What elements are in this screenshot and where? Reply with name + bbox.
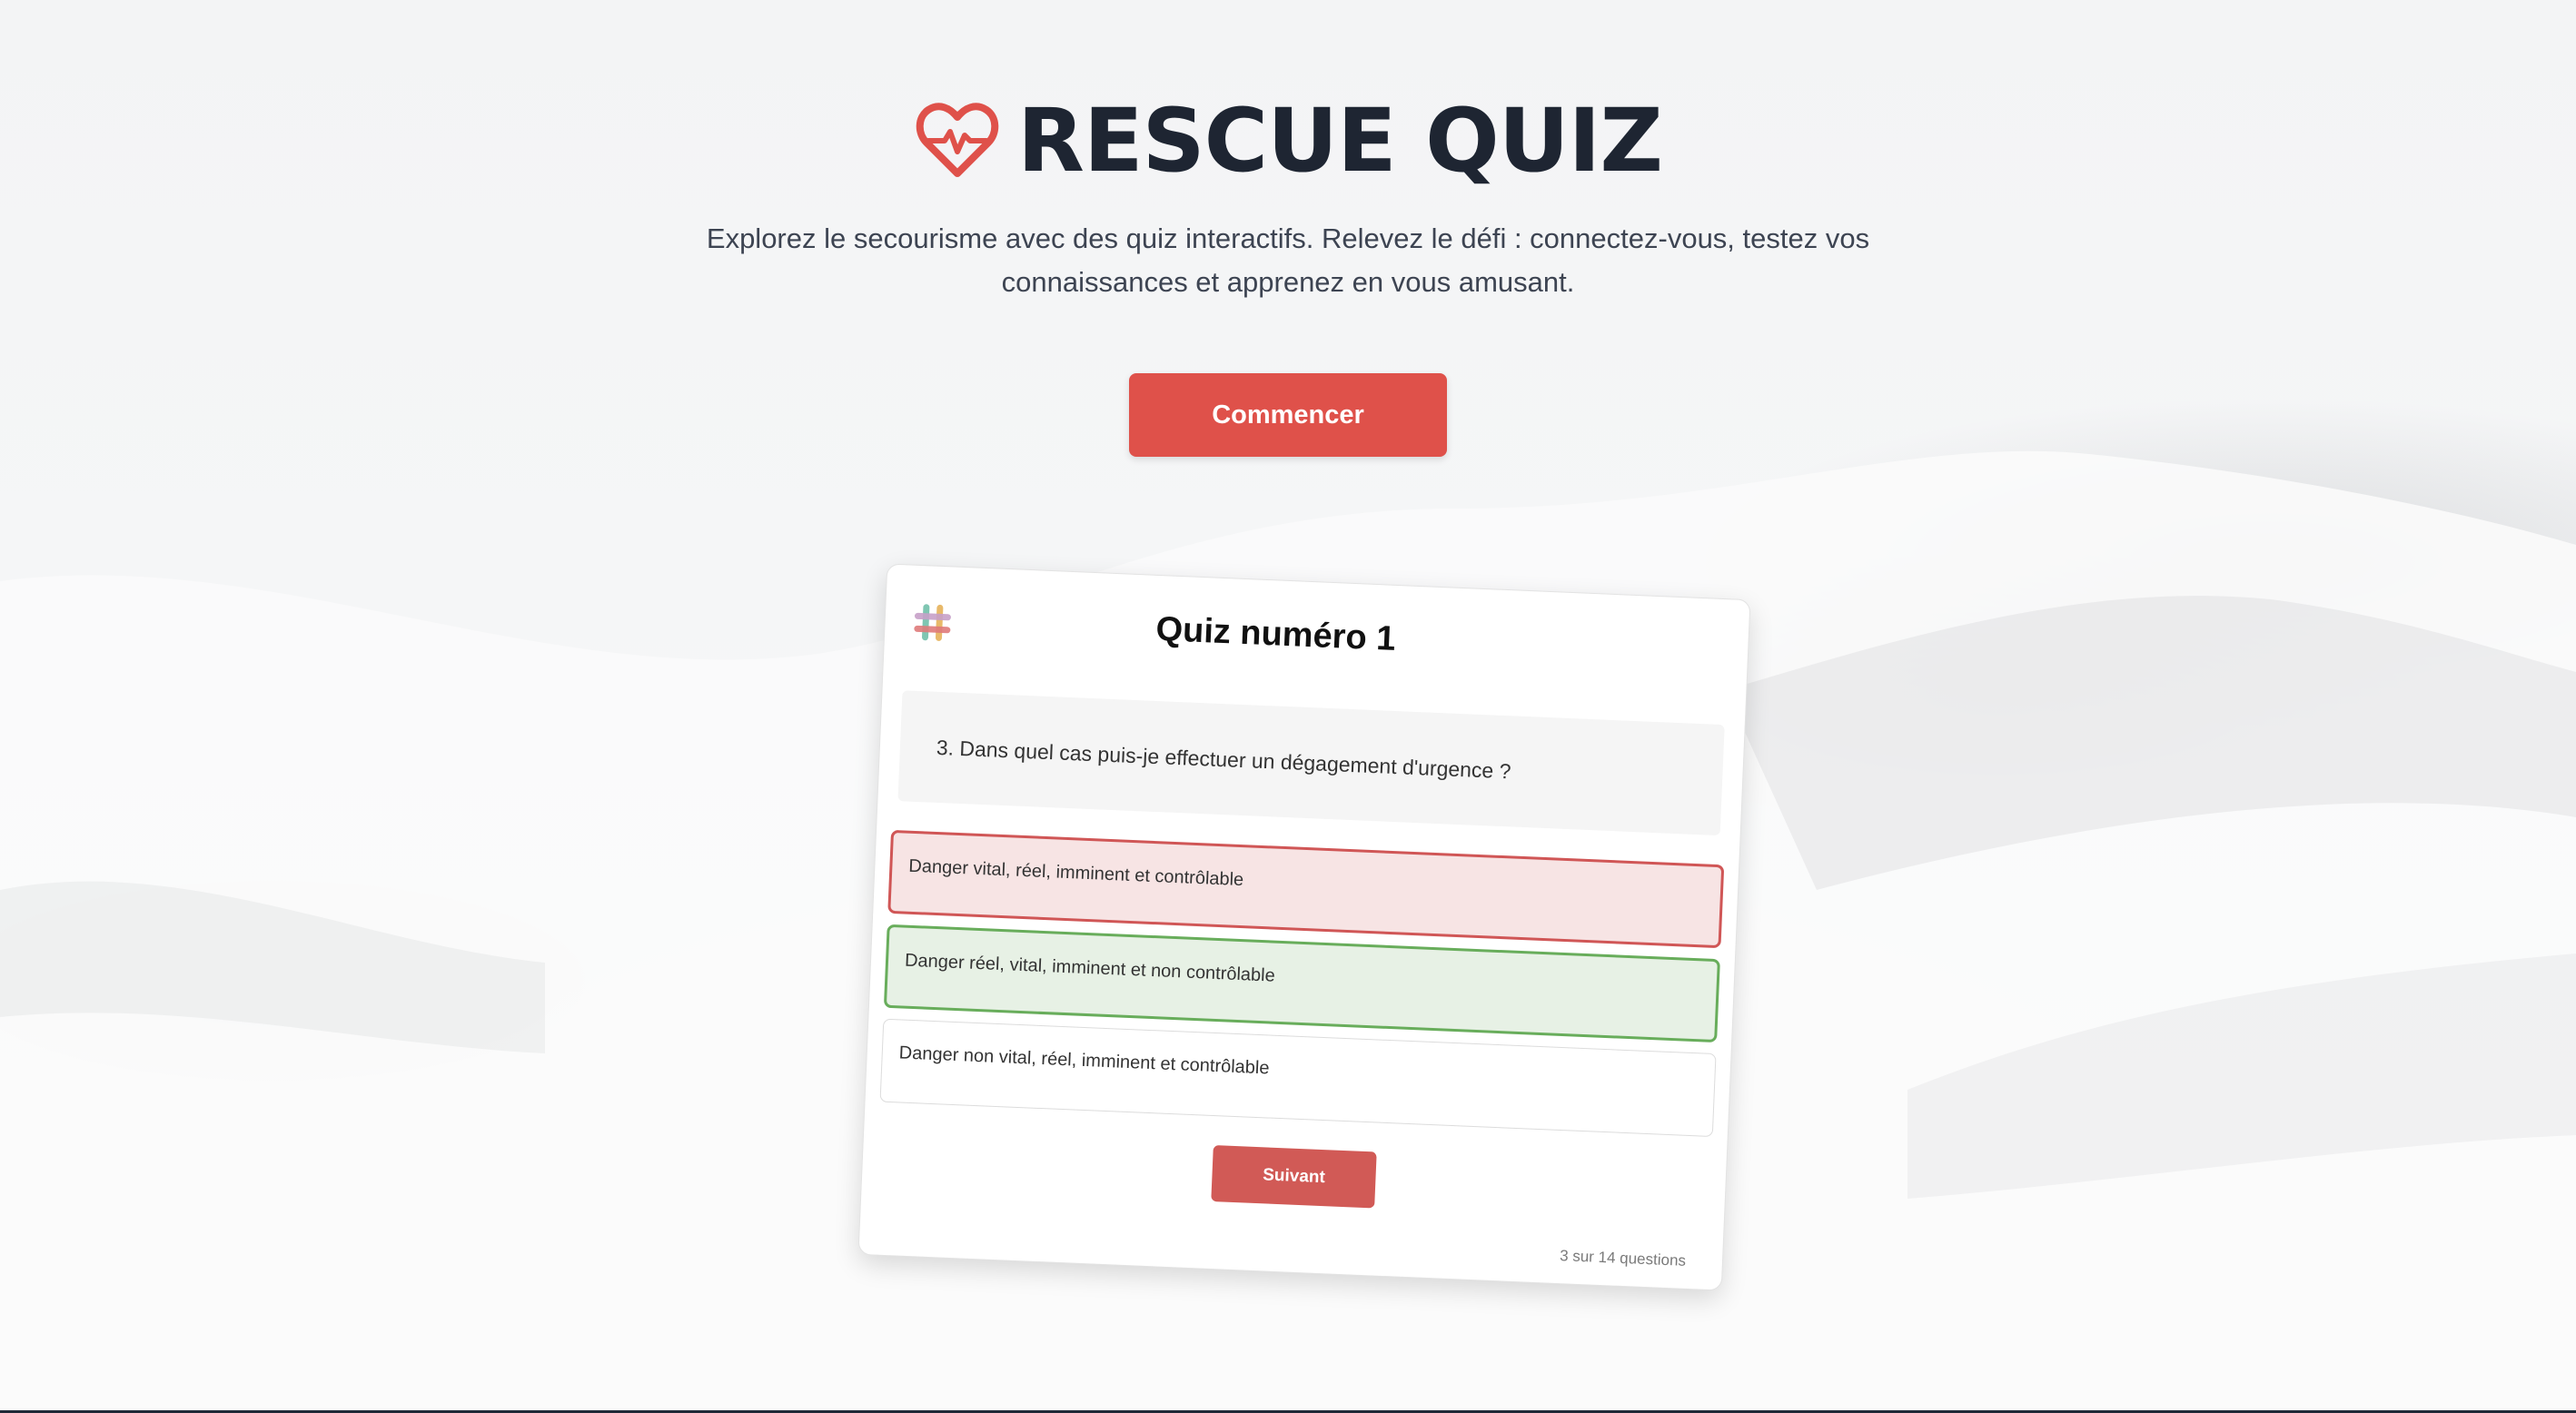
hero-subtitle: Explorez le secourisme avec des quiz int… — [706, 222, 1870, 298]
question-text: 3. Dans quel cas puis-je effectuer un dé… — [936, 735, 1512, 783]
answer-label: Danger vital, réel, imminent et contrôla… — [907, 855, 1244, 891]
hero: RESCUE QUIZ Explorez le secourisme avec … — [0, 86, 2576, 457]
quiz-card: Quiz numéro 1 3. Dans quel cas puis-je e… — [857, 563, 1751, 1291]
quiz-title: Quiz numéro 1 — [1154, 609, 1397, 658]
question-box: 3. Dans quel cas puis-je effectuer un dé… — [897, 690, 1725, 836]
start-button[interactable]: Commencer — [1129, 373, 1447, 457]
page-title: RESCUE QUIZ — [1017, 90, 1663, 192]
title-row: RESCUE QUIZ — [0, 86, 2576, 195]
answer-label: Danger non vital, réel, imminent et cont… — [898, 1042, 1270, 1079]
answer-label: Danger réel, vital, imminent et non cont… — [904, 950, 1276, 986]
next-button[interactable]: Suivant — [1211, 1145, 1377, 1209]
heart-pulse-icon — [914, 97, 1001, 184]
question-progress: 3 sur 14 questions — [1559, 1247, 1687, 1270]
